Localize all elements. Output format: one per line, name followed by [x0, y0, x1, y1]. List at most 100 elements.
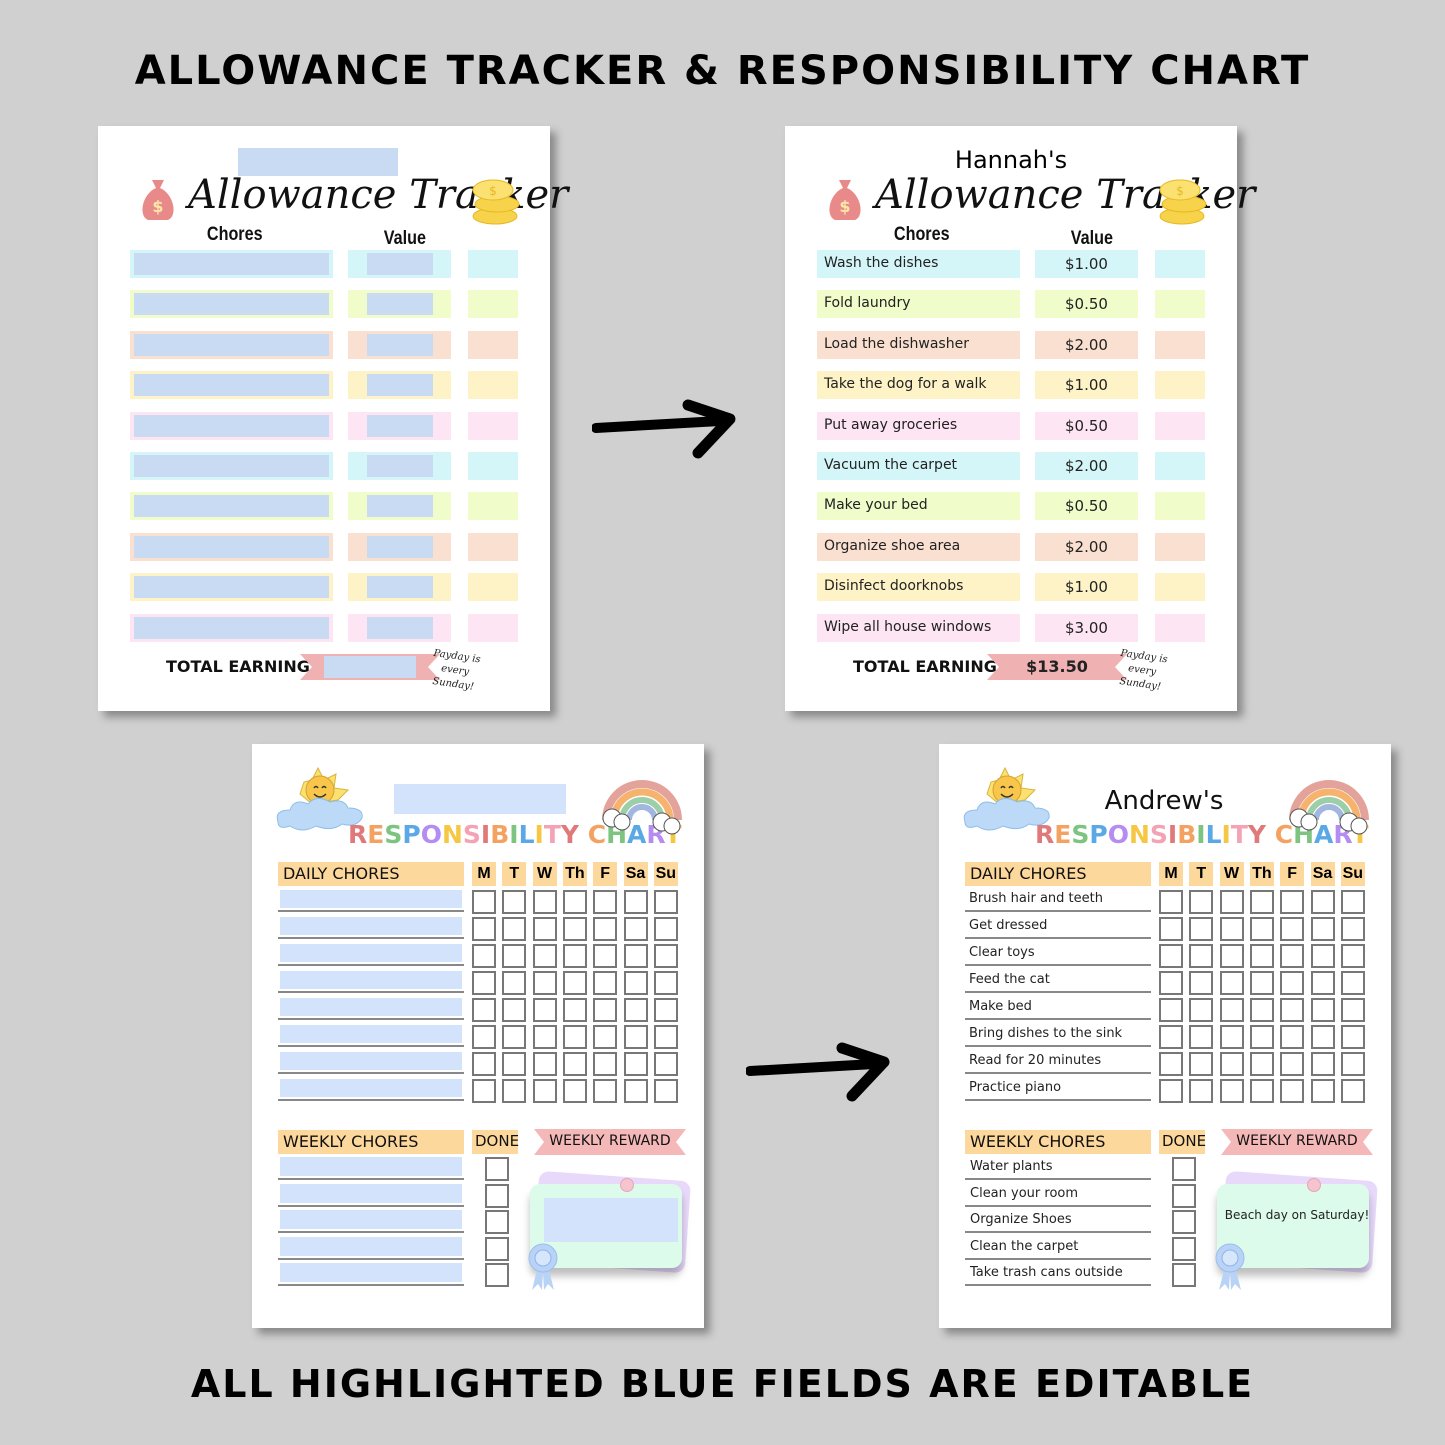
day-checkbox[interactable] [1249, 1052, 1274, 1076]
day-checkbox[interactable] [562, 1079, 587, 1103]
day-checkbox[interactable] [1219, 917, 1244, 941]
checkmark-cell[interactable] [468, 290, 518, 319]
done-checkbox[interactable] [485, 1183, 509, 1208]
day-checkbox[interactable] [593, 1052, 618, 1076]
day-checkbox[interactable] [1340, 890, 1365, 914]
day-checkbox[interactable] [1189, 971, 1214, 995]
value-cell[interactable]: $0.50 [1035, 411, 1138, 440]
day-checkbox[interactable] [623, 890, 648, 914]
day-checkbox[interactable] [593, 944, 618, 968]
day-checkbox[interactable] [623, 944, 648, 968]
value-cell[interactable] [348, 371, 451, 400]
day-checkbox[interactable] [623, 998, 648, 1022]
day-checkbox[interactable] [1340, 917, 1365, 941]
child-name[interactable]: Andrew's [1039, 786, 1289, 816]
day-checkbox[interactable] [1340, 944, 1365, 968]
day-checkbox[interactable] [532, 944, 557, 968]
value-cell[interactable]: $2.00 [1035, 452, 1138, 480]
checkmark-cell[interactable] [468, 452, 518, 480]
day-checkbox[interactable] [1280, 998, 1305, 1022]
checkmark-cell[interactable] [1155, 411, 1205, 440]
day-checkbox[interactable] [1249, 944, 1274, 968]
done-checkbox[interactable] [1172, 1210, 1196, 1235]
checkmark-cell[interactable] [1155, 330, 1205, 359]
checkmark-cell[interactable] [1155, 290, 1205, 319]
chore-input[interactable] [134, 253, 329, 275]
day-checkbox[interactable] [532, 1025, 557, 1049]
value-input[interactable] [367, 333, 433, 356]
value-cell[interactable]: $1.00 [1035, 250, 1138, 278]
day-checkbox[interactable] [1159, 1079, 1183, 1103]
weekly-chore-row[interactable] [278, 1155, 464, 1180]
chore-cell[interactable] [130, 250, 333, 278]
day-checkbox[interactable] [472, 944, 496, 968]
done-checkbox[interactable] [1172, 1236, 1196, 1261]
chore-cell[interactable]: Fold laundry [817, 290, 1020, 319]
day-checkbox[interactable] [1219, 944, 1244, 968]
daily-chore-input[interactable] [280, 971, 462, 989]
day-checkbox[interactable] [562, 1052, 587, 1076]
value-input[interactable] [367, 293, 433, 316]
day-checkbox[interactable] [532, 1079, 557, 1103]
day-checkbox[interactable] [1280, 890, 1305, 914]
day-checkbox[interactable] [1219, 1025, 1244, 1049]
chore-input[interactable] [134, 495, 329, 518]
day-checkbox[interactable] [1219, 1079, 1244, 1103]
day-checkbox[interactable] [1280, 971, 1305, 995]
chore-cell[interactable]: Organize shoe area [817, 532, 1020, 561]
day-checkbox[interactable] [1310, 890, 1335, 914]
checkmark-cell[interactable] [1155, 613, 1205, 642]
daily-chore-input[interactable] [280, 1079, 462, 1097]
reward-input[interactable] [544, 1198, 678, 1242]
checkmark-cell[interactable] [468, 250, 518, 278]
done-checkbox[interactable] [485, 1263, 509, 1288]
day-checkbox[interactable] [1219, 971, 1244, 995]
checkmark-cell[interactable] [468, 532, 518, 561]
chore-cell[interactable]: Wipe all house windows [817, 613, 1020, 642]
value-cell[interactable] [348, 532, 451, 561]
daily-chore-row[interactable] [278, 888, 464, 912]
value-cell[interactable]: $1.00 [1035, 371, 1138, 400]
weekly-chore-row[interactable] [278, 1235, 464, 1260]
value-cell[interactable]: $2.00 [1035, 532, 1138, 561]
day-checkbox[interactable] [1340, 1079, 1365, 1103]
done-checkbox[interactable] [485, 1236, 509, 1261]
day-checkbox[interactable] [1340, 1025, 1365, 1049]
value-cell[interactable]: $2.00 [1035, 330, 1138, 359]
day-checkbox[interactable] [472, 971, 496, 995]
day-checkbox[interactable] [1189, 1079, 1214, 1103]
day-checkbox[interactable] [1340, 1052, 1365, 1076]
day-checkbox[interactable] [532, 971, 557, 995]
day-checkbox[interactable] [653, 998, 678, 1022]
day-checkbox[interactable] [1189, 1052, 1214, 1076]
day-checkbox[interactable] [562, 890, 587, 914]
day-checkbox[interactable] [472, 890, 496, 914]
day-checkbox[interactable] [502, 890, 527, 914]
day-checkbox[interactable] [1310, 1025, 1335, 1049]
weekly-chore-input[interactable] [280, 1236, 462, 1256]
checkmark-cell[interactable] [468, 613, 518, 642]
value-cell[interactable] [348, 411, 451, 440]
chore-input[interactable] [134, 374, 329, 397]
weekly-chore-input[interactable] [280, 1210, 462, 1230]
total-earnings-input[interactable] [324, 656, 416, 678]
child-name[interactable]: Hannah's [785, 146, 1237, 174]
day-checkbox[interactable] [653, 944, 678, 968]
weekly-chore-row[interactable] [278, 1261, 464, 1287]
done-checkbox[interactable] [1172, 1183, 1196, 1208]
checkmark-cell[interactable] [1155, 532, 1205, 561]
value-cell[interactable] [348, 492, 451, 521]
day-checkbox[interactable] [653, 1052, 678, 1076]
name-input[interactable] [394, 784, 566, 814]
day-checkbox[interactable] [623, 917, 648, 941]
weekly-chore-input[interactable] [280, 1157, 462, 1176]
chore-input[interactable] [134, 576, 329, 599]
day-checkbox[interactable] [653, 1079, 678, 1103]
day-checkbox[interactable] [502, 998, 527, 1022]
day-checkbox[interactable] [1310, 917, 1335, 941]
day-checkbox[interactable] [562, 1025, 587, 1049]
day-checkbox[interactable] [653, 1025, 678, 1049]
day-checkbox[interactable] [1189, 1025, 1214, 1049]
day-checkbox[interactable] [1249, 1025, 1274, 1049]
day-checkbox[interactable] [472, 998, 496, 1022]
